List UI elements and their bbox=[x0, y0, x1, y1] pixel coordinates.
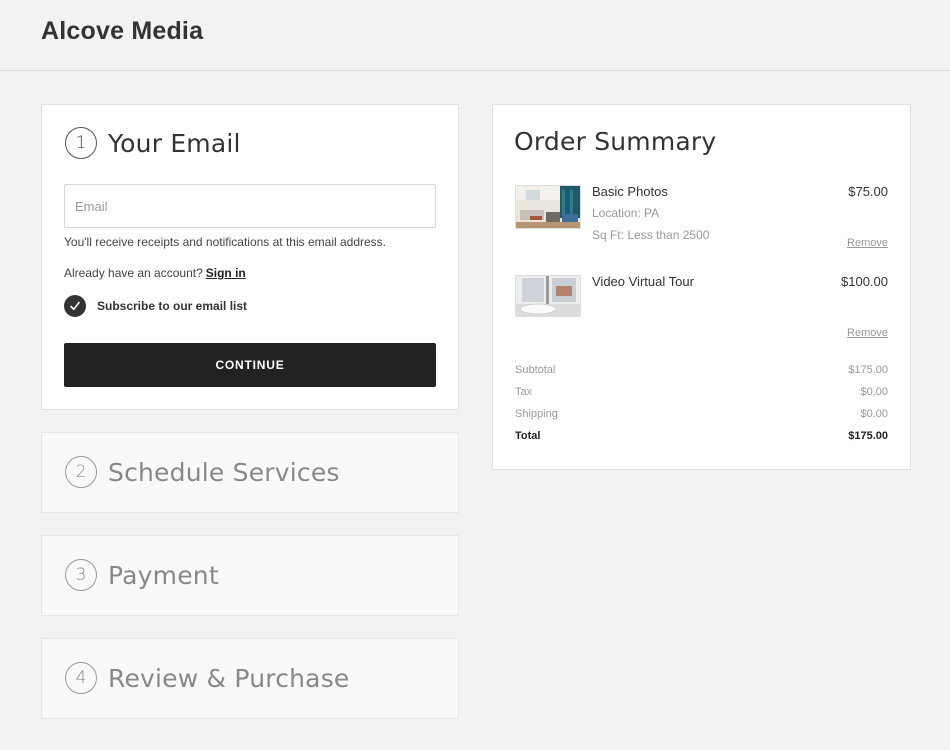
item-name: Basic Photos bbox=[592, 184, 668, 199]
item-name: Video Virtual Tour bbox=[592, 274, 694, 289]
step-number-badge: 3 bbox=[65, 559, 97, 591]
account-prompt: Already have an account? Sign in bbox=[64, 266, 246, 280]
step-header: 3 Payment bbox=[65, 559, 219, 591]
payment-step-card[interactable]: 3 Payment bbox=[41, 535, 459, 616]
order-summary-title: Order Summary bbox=[514, 127, 717, 156]
item-price: $100.00 bbox=[841, 274, 888, 289]
order-item: Basic Photos Location: PA Sq Ft: Less th… bbox=[515, 184, 888, 255]
shipping-label: Shipping bbox=[515, 408, 558, 420]
subtotal-row: Subtotal $175.00 bbox=[515, 364, 888, 376]
step-header: 4 Review & Purchase bbox=[65, 662, 350, 694]
living-room-photo-icon bbox=[515, 185, 581, 229]
shipping-value: $0.00 bbox=[860, 408, 888, 420]
order-summary-panel: Order Summary Basic Photos Location: PA … bbox=[492, 104, 911, 470]
tax-row: Tax $0.00 bbox=[515, 386, 888, 398]
tax-value: $0.00 bbox=[860, 386, 888, 398]
step-header: 2 Schedule Services bbox=[65, 456, 340, 488]
checkmark-icon bbox=[70, 301, 80, 311]
shipping-row: Shipping $0.00 bbox=[515, 408, 888, 420]
step-title: Schedule Services bbox=[108, 457, 340, 487]
account-prompt-text: Already have an account? bbox=[64, 266, 203, 280]
subtotal-label: Subtotal bbox=[515, 364, 556, 376]
step-title: Payment bbox=[108, 560, 219, 590]
total-label: Total bbox=[515, 430, 541, 442]
item-price: $75.00 bbox=[848, 184, 888, 199]
subscribe-label: Subscribe to our email list bbox=[97, 299, 248, 313]
total-value: $175.00 bbox=[848, 430, 888, 442]
brand-logo[interactable]: Alcove Media bbox=[41, 17, 203, 46]
email-input[interactable] bbox=[64, 184, 436, 228]
email-step-card: 1 Your Email You'll receive receipts and… bbox=[41, 104, 459, 410]
subtotal-value: $175.00 bbox=[848, 364, 888, 376]
review-step-card[interactable]: 4 Review & Purchase bbox=[41, 638, 459, 719]
item-detail: Location: PA bbox=[592, 206, 660, 220]
step-title: Your Email bbox=[108, 128, 241, 158]
step-number-badge: 2 bbox=[65, 456, 97, 488]
remove-item-link[interactable]: Remove bbox=[847, 327, 888, 339]
step-header: 1 Your Email bbox=[65, 127, 241, 159]
item-detail: Sq Ft: Less than 2500 bbox=[592, 228, 710, 242]
site-header: Alcove Media bbox=[0, 0, 950, 71]
remove-item-link[interactable]: Remove bbox=[847, 237, 888, 249]
order-item: Video Virtual Tour $100.00 Remove bbox=[515, 274, 888, 345]
total-row: Total $175.00 bbox=[515, 430, 888, 442]
email-hint: You'll receive receipts and notification… bbox=[64, 235, 387, 249]
continue-button[interactable]: CONTINUE bbox=[64, 343, 436, 387]
bathroom-photo-icon bbox=[515, 275, 581, 317]
step-number-badge: 4 bbox=[65, 662, 97, 694]
schedule-step-card[interactable]: 2 Schedule Services bbox=[41, 432, 459, 513]
subscribe-checkbox-row[interactable]: Subscribe to our email list bbox=[64, 295, 247, 317]
step-number-badge: 1 bbox=[65, 127, 97, 159]
step-title: Review & Purchase bbox=[108, 663, 350, 693]
sign-in-link[interactable]: Sign in bbox=[206, 266, 246, 280]
tax-label: Tax bbox=[515, 386, 533, 398]
subscribe-checkbox[interactable] bbox=[64, 295, 86, 317]
